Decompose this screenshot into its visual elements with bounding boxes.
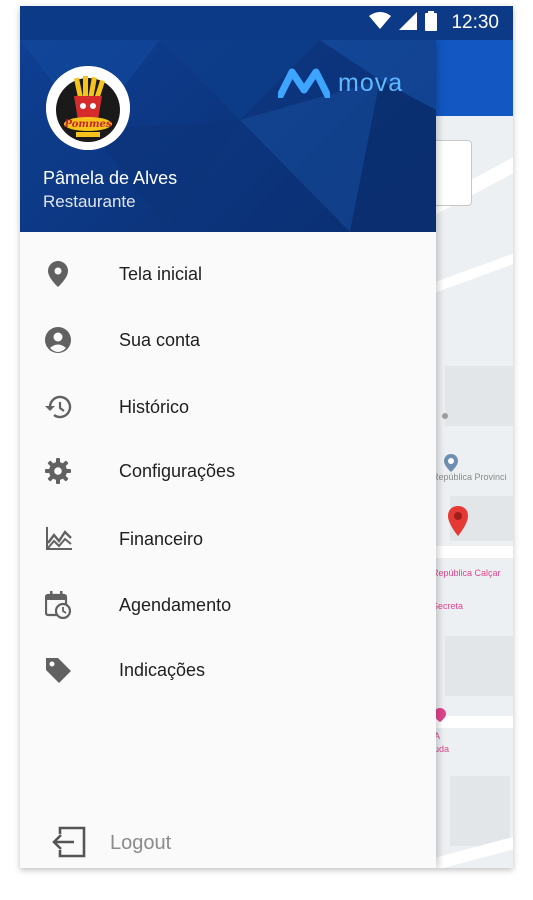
restaurant-avatar[interactable]: Pommes [46, 66, 130, 150]
location-pin-icon [44, 260, 72, 288]
menu-item-label: Agendamento [119, 594, 232, 615]
menu-item-label: Sua conta [119, 329, 201, 350]
map-label-5: uda [434, 744, 450, 754]
menu-item-historico[interactable]: Histórico [20, 379, 436, 435]
brand-name: mova [338, 68, 404, 97]
wifi-icon [369, 11, 392, 35]
menu-item-label: Indicações [119, 659, 206, 680]
mova-logo-icon [278, 68, 330, 98]
menu-item-financeiro[interactable]: Financeiro [20, 511, 436, 567]
logout-icon [52, 826, 86, 863]
menu-item-label: Tela inicial [119, 263, 203, 284]
map-poi-pin-icon [444, 454, 458, 474]
user-role: Restaurante [43, 192, 136, 211]
gear-icon [44, 457, 72, 485]
map-label-1: República Provinci [432, 472, 507, 482]
map-pin-icon[interactable] [448, 506, 468, 538]
menu-item-indicacoes[interactable]: Indicações [20, 642, 436, 698]
battery-icon [425, 10, 438, 36]
status-time: 12:30 [451, 12, 499, 33]
chart-icon [44, 525, 72, 553]
menu-item-configuracoes[interactable]: Configurações [20, 443, 436, 499]
account-circle-icon [44, 326, 72, 354]
menu-item-label: Configurações [119, 460, 236, 481]
tag-icon [44, 656, 72, 684]
calendar-clock-icon [44, 591, 72, 619]
signal-icon [399, 11, 418, 35]
user-name: Pâmela de Alves [43, 168, 178, 188]
brand-logo: mova [278, 68, 403, 98]
map-label-3: Secreta [432, 601, 464, 611]
history-icon [44, 393, 72, 421]
menu-item-label: Financeiro [119, 528, 204, 549]
drawer-header: Pommes mova Pâmela de Alves Restaurante [20, 40, 436, 232]
menu-item-sua-conta[interactable]: Sua conta [20, 312, 436, 368]
map-label-2: República Calçar [432, 568, 501, 578]
map-poi-marker-icon [440, 411, 450, 423]
phone-screen: 12:30 República Provinci República Calça… [20, 6, 513, 868]
avatar-logo-text: Pommes [63, 119, 111, 130]
menu-item-agendamento[interactable]: Agendamento [20, 577, 436, 633]
menu-item-label: Histórico [119, 396, 190, 417]
logout-label: Logout [110, 832, 172, 854]
navigation-drawer: Pommes mova Pâmela de Alves Restaurante … [20, 40, 436, 868]
logout-button[interactable]: Logout [20, 812, 436, 868]
status-bar: 12:30 [20, 6, 513, 40]
menu-item-tela-inicial[interactable]: Tela inicial [20, 246, 436, 302]
